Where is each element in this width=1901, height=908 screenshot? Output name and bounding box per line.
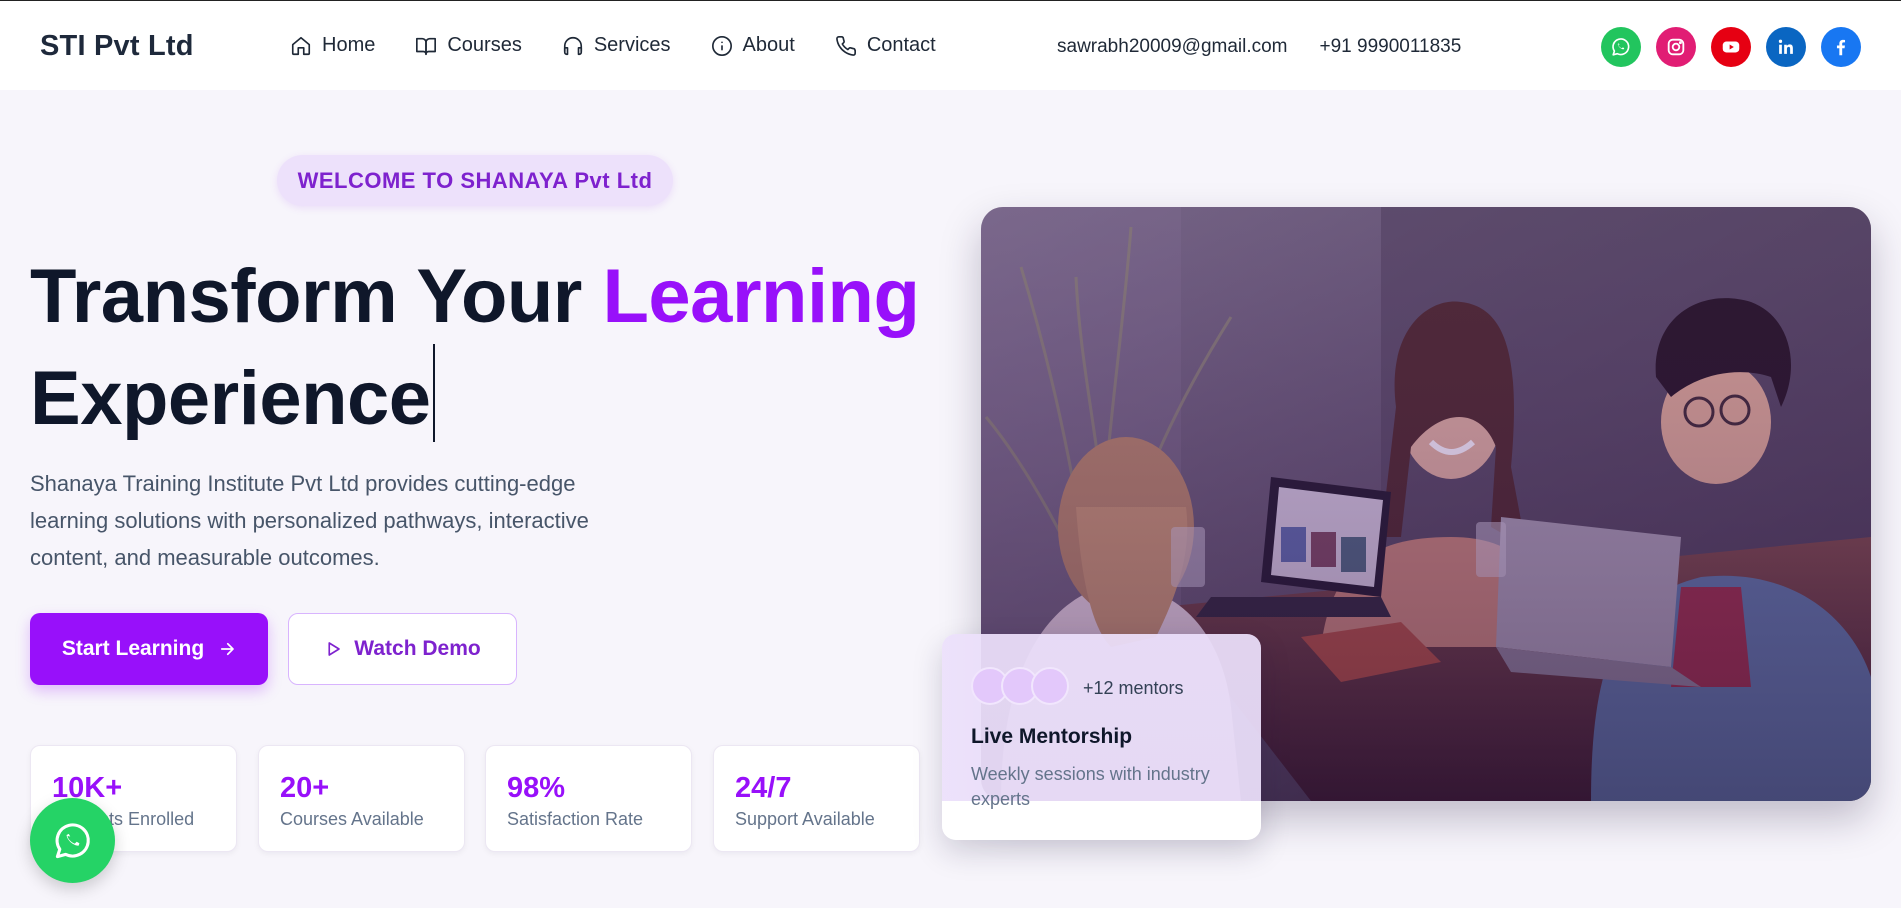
- phone-icon: [835, 35, 856, 56]
- hero-description: Shanaya Training Institute Pvt Ltd provi…: [30, 471, 589, 570]
- stat-label: Satisfaction Rate: [507, 809, 644, 829]
- whatsapp-link[interactable]: [1601, 27, 1641, 67]
- social-links: [1601, 27, 1861, 67]
- site-header: STI Pvt Ltd Home Courses Services About …: [0, 1, 1901, 90]
- stat-card-satisfaction: 98% Satisfaction Rate: [485, 745, 692, 852]
- email-link[interactable]: sawrabh20009@gmail.com: [1057, 36, 1288, 58]
- mentor-card-title: Live Mentorship: [971, 725, 1133, 748]
- home-icon: [291, 36, 311, 55]
- watch-demo-button[interactable]: Watch Demo: [288, 613, 517, 685]
- watch-demo-label: Watch Demo: [354, 637, 481, 660]
- whatsapp-float-button[interactable]: [30, 798, 115, 883]
- stat-card-support: 24/7 Support Available: [713, 745, 920, 852]
- instagram-link[interactable]: [1656, 27, 1696, 67]
- linkedin-icon: [1778, 39, 1793, 54]
- facebook-icon: [1836, 39, 1846, 56]
- nav-about-label: About: [742, 34, 795, 56]
- arrow-right-icon: [221, 642, 234, 656]
- nav-courses-label: Courses: [447, 34, 522, 56]
- hero-headline: Transform Your Learning Experience: [30, 250, 930, 446]
- stat-value: 20+: [280, 772, 330, 804]
- linkedin-link[interactable]: [1766, 27, 1806, 67]
- welcome-badge: WELCOME TO SHANAYA Pvt Ltd: [277, 155, 673, 206]
- headphones-icon: [563, 36, 582, 55]
- play-icon: [328, 642, 341, 656]
- info-icon: [711, 35, 732, 56]
- youtube-icon: [1722, 41, 1740, 53]
- mentor-avatars: [971, 667, 1069, 705]
- mentors-count: +12 mentors: [1083, 678, 1184, 698]
- headline-accent: Learning: [602, 254, 920, 339]
- nav-about[interactable]: About: [711, 34, 795, 57]
- nav-services[interactable]: Services: [562, 34, 671, 57]
- contact-info: sawrabh20009@gmail.com +91 9990011835: [1057, 36, 1461, 58]
- nav-home-label: Home: [322, 34, 376, 56]
- headline-part1: Transform Your: [30, 254, 603, 339]
- mentorship-card: +12 mentors Live Mentorship Weekly sessi…: [942, 634, 1261, 840]
- instagram-icon: [1667, 38, 1685, 56]
- main-nav: Home Courses Services About Contact: [290, 34, 976, 57]
- nav-contact-label: Contact: [866, 34, 936, 56]
- stat-value: 24/7: [735, 772, 792, 804]
- nav-contact[interactable]: Contact: [835, 34, 936, 57]
- stat-value: 98%: [507, 772, 566, 804]
- brand-logo[interactable]: STI Pvt Ltd: [40, 30, 194, 63]
- youtube-link[interactable]: [1711, 27, 1751, 67]
- mentor-card-description: Weekly sessions with industry experts: [971, 764, 1210, 809]
- stat-card-courses: 20+ Courses Available: [258, 745, 465, 852]
- stat-label: Support Available: [735, 809, 875, 829]
- start-learning-label: Start Learning: [61, 637, 205, 660]
- start-learning-button[interactable]: Start Learning: [30, 613, 268, 685]
- typing-caret: [432, 344, 435, 442]
- whatsapp-icon: [55, 822, 90, 858]
- book-icon: [416, 37, 437, 55]
- nav-services-label: Services: [593, 34, 671, 56]
- whatsapp-icon: [1612, 38, 1630, 56]
- facebook-link[interactable]: [1821, 27, 1861, 67]
- nav-home[interactable]: Home: [290, 34, 375, 57]
- nav-courses[interactable]: Courses: [415, 34, 522, 57]
- avatar: [1031, 667, 1069, 705]
- stat-label: Courses Available: [280, 809, 424, 829]
- headline-part2: Experience: [30, 356, 431, 441]
- phone-link[interactable]: +91 9990011835: [1320, 36, 1462, 58]
